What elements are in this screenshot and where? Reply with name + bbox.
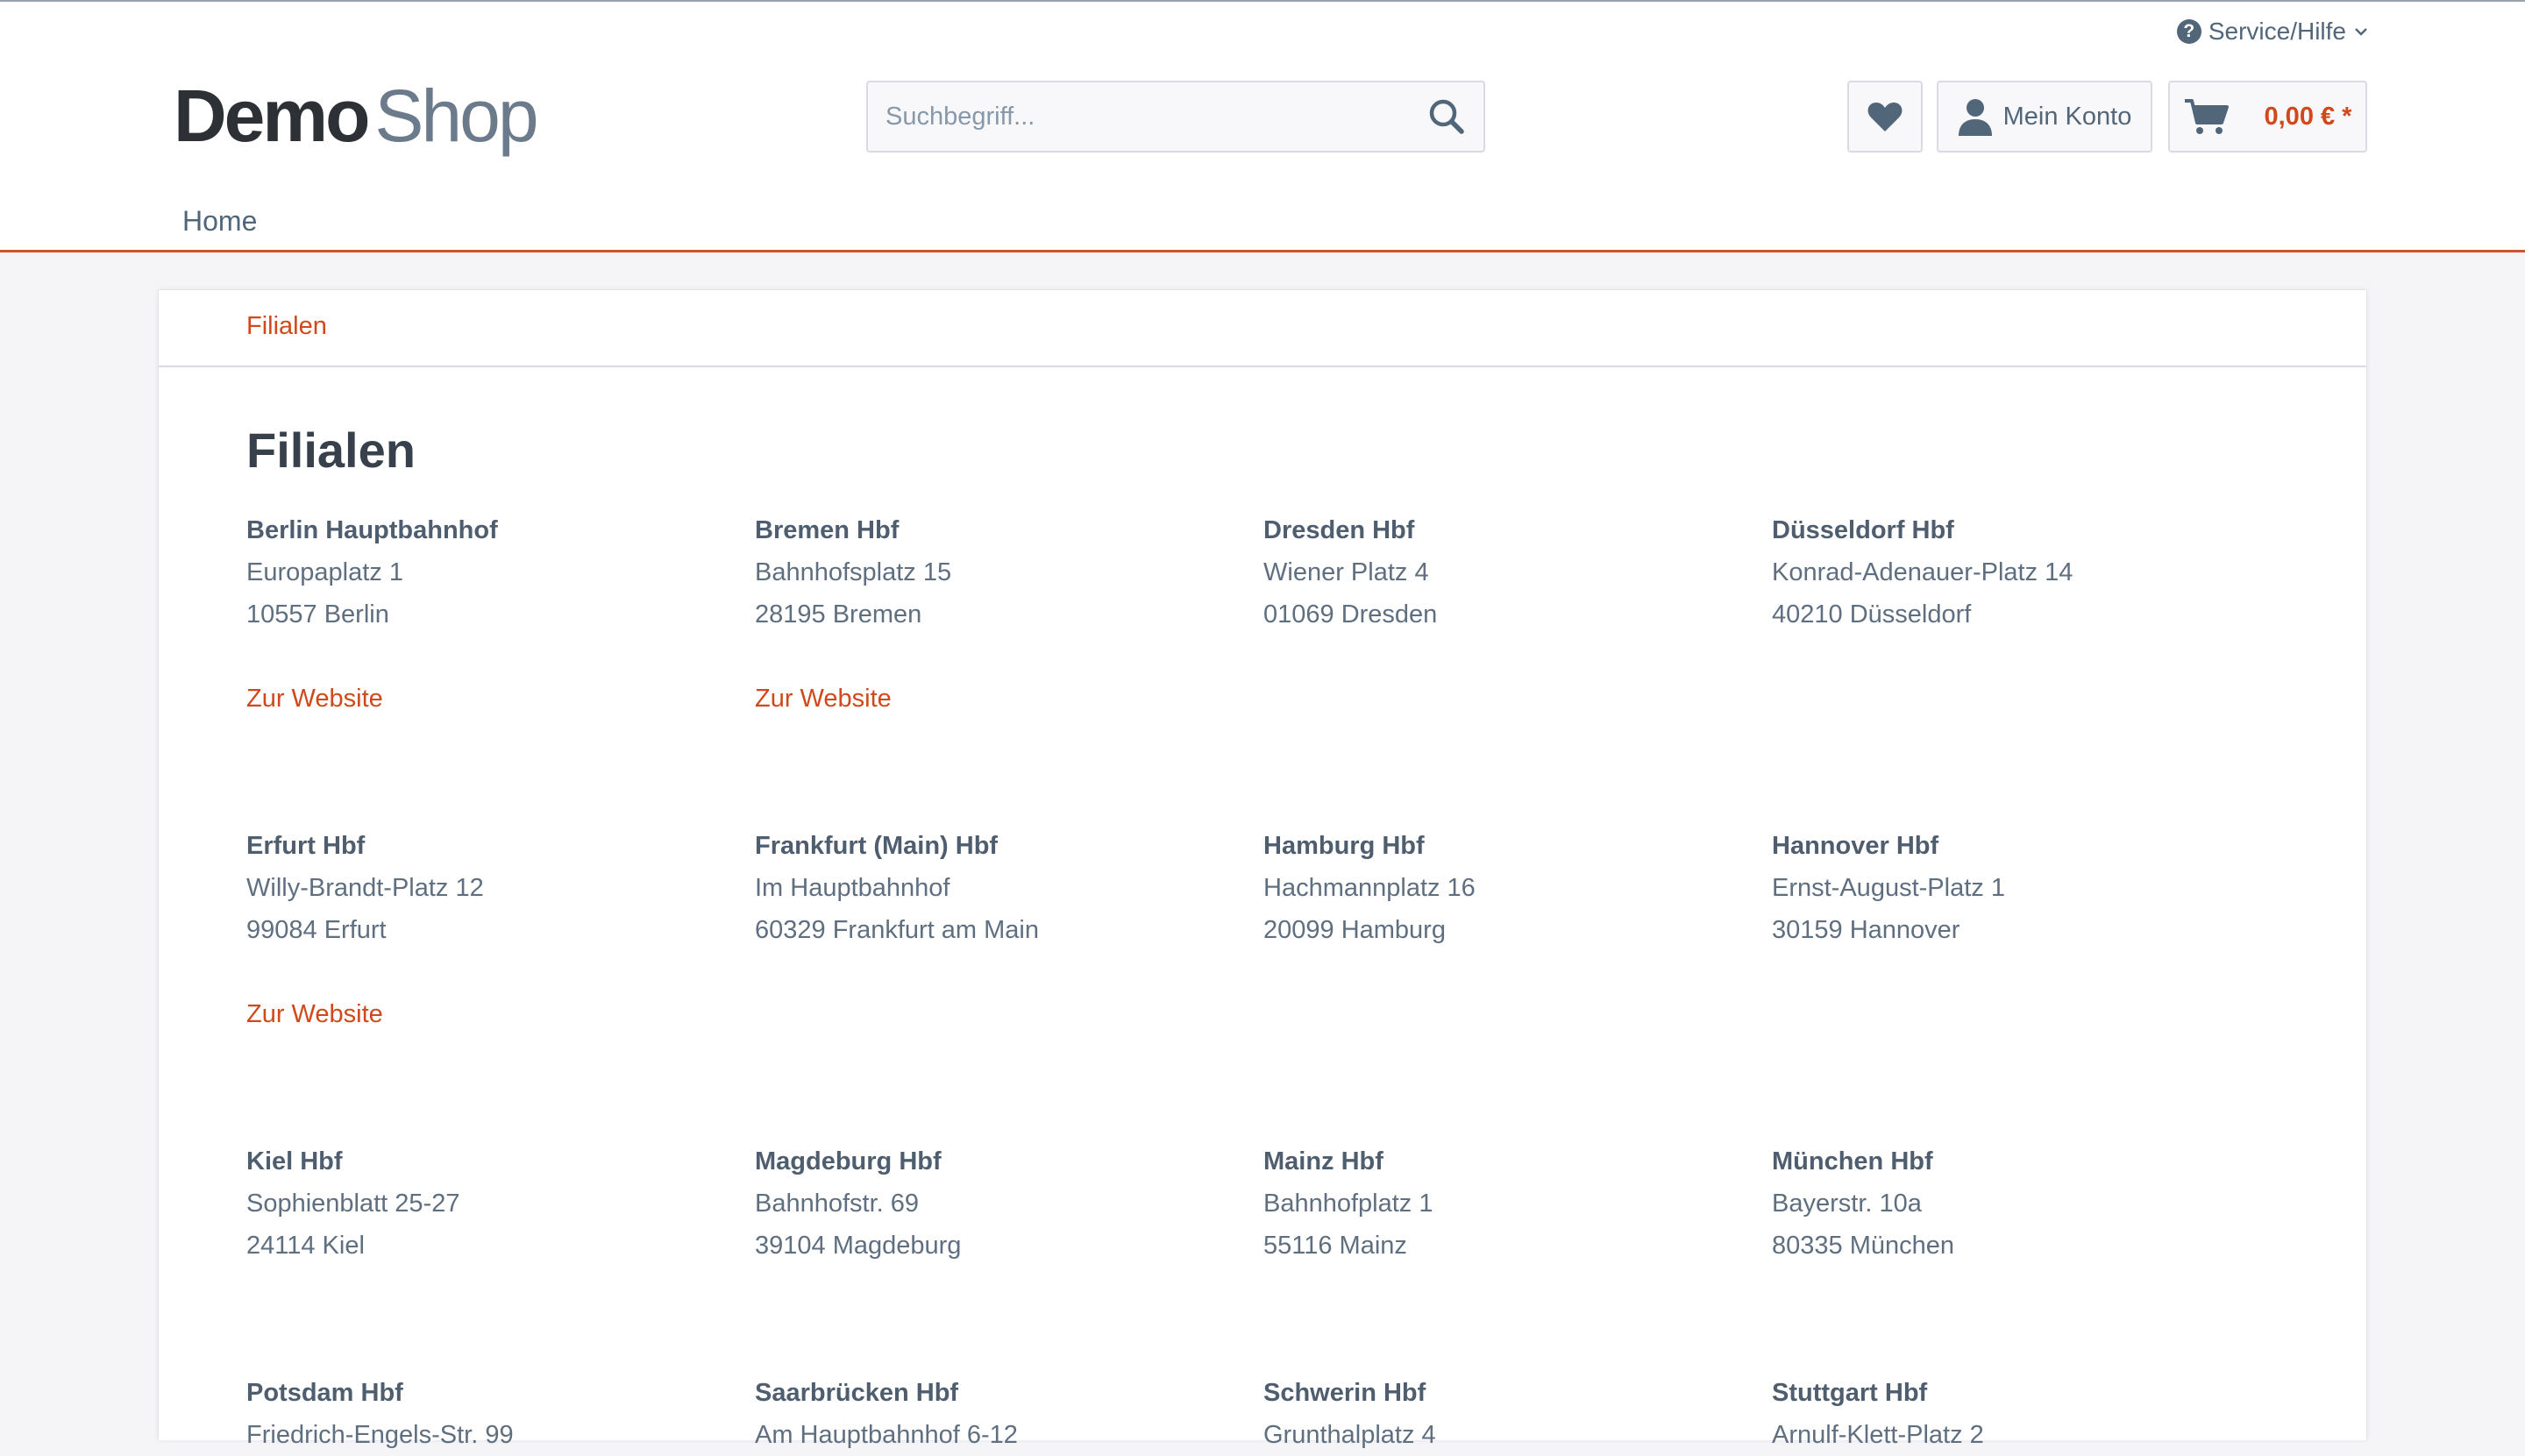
account-button[interactable]: Mein Konto — [1937, 81, 2152, 153]
store-city: 24114 Kiel — [246, 1232, 365, 1260]
store-city: 55116 Mainz — [1263, 1232, 1407, 1260]
site-header: ? Service/Hilfe DemoShop Mein Konto — [0, 2, 2525, 252]
store-frankfurt: Frankfurt (Main) Hbf Im Hauptbahnhof 603… — [755, 825, 1246, 951]
store-street: Bahnhofsplatz 15 — [755, 558, 952, 586]
store-mainz: Mainz Hbf Bahnhofplatz 1 55116 Mainz — [1263, 1140, 1754, 1267]
store-name: Stuttgart Hbf — [1772, 1379, 1928, 1407]
store-city: 10557 Berlin — [246, 600, 389, 629]
store-street: Hachmannplatz 16 — [1263, 874, 1476, 902]
shop-logo[interactable]: DemoShop — [174, 79, 539, 153]
heart-icon — [1867, 102, 1903, 131]
store-bremen: Bremen Hbf Bahnhofsplatz 15 28195 Bremen… — [755, 509, 1246, 720]
cart-icon — [2184, 99, 2229, 134]
store-name: Berlin Hauptbahnhof — [246, 516, 498, 544]
store-dresden: Dresden Hbf Wiener Platz 4 01069 Dresden — [1263, 509, 1754, 636]
store-street: Europaplatz 1 — [246, 558, 403, 586]
store-name: Frankfurt (Main) Hbf — [755, 832, 999, 860]
store-city: 39104 Magdeburg — [755, 1232, 962, 1260]
store-name: Düsseldorf Hbf — [1772, 516, 1954, 544]
search-input[interactable] — [868, 82, 1410, 151]
search-form — [866, 81, 1485, 153]
store-hannover: Hannover Hbf Ernst-August-Platz 1 30159 … — [1772, 825, 2263, 951]
store-name: Schwerin Hbf — [1263, 1379, 1426, 1407]
logo-demo: Demo — [174, 75, 370, 157]
store-city: 60329 Frankfurt am Main — [755, 916, 1039, 944]
cart-amount: 0,00 € * — [2264, 102, 2352, 131]
store-street: Konrad-Adenauer-Platz 14 — [1772, 558, 2073, 586]
store-muenchen: München Hbf Bayerstr. 10a 80335 München — [1772, 1140, 2263, 1267]
store-street: Bahnhofplatz 1 — [1263, 1190, 1433, 1218]
store-name: Mainz Hbf — [1263, 1147, 1383, 1175]
store-duesseldorf: Düsseldorf Hbf Konrad-Adenauer-Platz 14 … — [1772, 509, 2263, 636]
store-city: 20099 Hamburg — [1263, 916, 1446, 944]
search-button[interactable] — [1410, 82, 1483, 151]
search-icon — [1429, 99, 1464, 134]
store-potsdam: Potsdam Hbf Friedrich-Engels-Str. 99 — [246, 1372, 737, 1456]
wishlist-button[interactable] — [1847, 81, 1923, 153]
store-city: 40210 Düsseldorf — [1772, 600, 1972, 629]
logo-shop: Shop — [374, 75, 538, 157]
page-title: Filialen — [246, 423, 416, 478]
breadcrumb-current[interactable]: Filialen — [246, 312, 327, 341]
store-stuttgart: Stuttgart Hbf Arnulf-Klett-Platz 2 — [1772, 1372, 2263, 1456]
store-berlin: Berlin Hauptbahnhof Europaplatz 1 10557 … — [246, 509, 737, 720]
store-street: Arnulf-Klett-Platz 2 — [1772, 1421, 1984, 1449]
store-street: Willy-Brandt-Platz 12 — [246, 874, 484, 902]
store-name: Saarbrücken Hbf — [755, 1379, 959, 1407]
breadcrumb-bar: Filialen — [159, 290, 2366, 367]
store-name: München Hbf — [1772, 1147, 1933, 1175]
cart-button[interactable]: 0,00 € * — [2168, 81, 2367, 153]
store-name: Kiel Hbf — [246, 1147, 343, 1175]
store-city: 99084 Erfurt — [246, 916, 387, 944]
store-name: Dresden Hbf — [1263, 516, 1415, 544]
store-street: Sophienblatt 25-27 — [246, 1190, 460, 1218]
store-city: 80335 München — [1772, 1232, 1954, 1260]
service-help-label: Service/Hilfe — [2208, 18, 2346, 45]
store-website-link[interactable]: Zur Website — [246, 993, 737, 1035]
store-city: 01069 Dresden — [1263, 600, 1438, 629]
user-icon — [1958, 99, 1992, 136]
store-street: Ernst-August-Platz 1 — [1772, 874, 2005, 902]
account-label: Mein Konto — [2002, 102, 2132, 131]
store-street: Friedrich-Engels-Str. 99 — [246, 1421, 514, 1449]
store-name: Hannover Hbf — [1772, 832, 1939, 860]
store-street: Im Hauptbahnhof — [755, 874, 950, 902]
store-website-link[interactable]: Zur Website — [755, 678, 1246, 720]
store-hamburg: Hamburg Hbf Hachmannplatz 16 20099 Hambu… — [1263, 825, 1754, 951]
service-help-menu[interactable]: ? Service/Hilfe — [2176, 16, 2369, 47]
chevron-down-icon — [2355, 28, 2367, 36]
store-kiel: Kiel Hbf Sophienblatt 25-27 24114 Kiel — [246, 1140, 737, 1267]
store-name: Erfurt Hbf — [246, 832, 366, 860]
question-circle-icon: ? — [2176, 19, 2201, 44]
store-street: Grunthalplatz 4 — [1263, 1421, 1436, 1449]
store-name: Bremen Hbf — [755, 516, 900, 544]
store-saarbruecken: Saarbrücken Hbf Am Hauptbahnhof 6-12 — [755, 1372, 1246, 1456]
store-erfurt: Erfurt Hbf Willy-Brandt-Platz 12 99084 E… — [246, 825, 737, 1035]
store-street: Wiener Platz 4 — [1263, 558, 1429, 586]
content-card: Filialen Filialen Berlin Hauptbahnhof Eu… — [158, 289, 2367, 1449]
nav-item-home[interactable]: Home — [182, 205, 257, 238]
store-street: Bayerstr. 10a — [1772, 1190, 1922, 1218]
store-street: Bahnhofstr. 69 — [755, 1190, 920, 1218]
store-name: Hamburg Hbf — [1263, 832, 1425, 860]
store-city: 30159 Hannover — [1772, 916, 1960, 944]
store-magdeburg: Magdeburg Hbf Bahnhofstr. 69 39104 Magde… — [755, 1140, 1246, 1267]
store-city: 28195 Bremen — [755, 600, 922, 629]
store-name: Potsdam Hbf — [246, 1379, 403, 1407]
store-street: Am Hauptbahnhof 6-12 — [755, 1421, 1018, 1449]
store-name: Magdeburg Hbf — [755, 1147, 942, 1175]
store-website-link[interactable]: Zur Website — [246, 678, 737, 720]
store-schwerin: Schwerin Hbf Grunthalplatz 4 — [1263, 1372, 1754, 1456]
